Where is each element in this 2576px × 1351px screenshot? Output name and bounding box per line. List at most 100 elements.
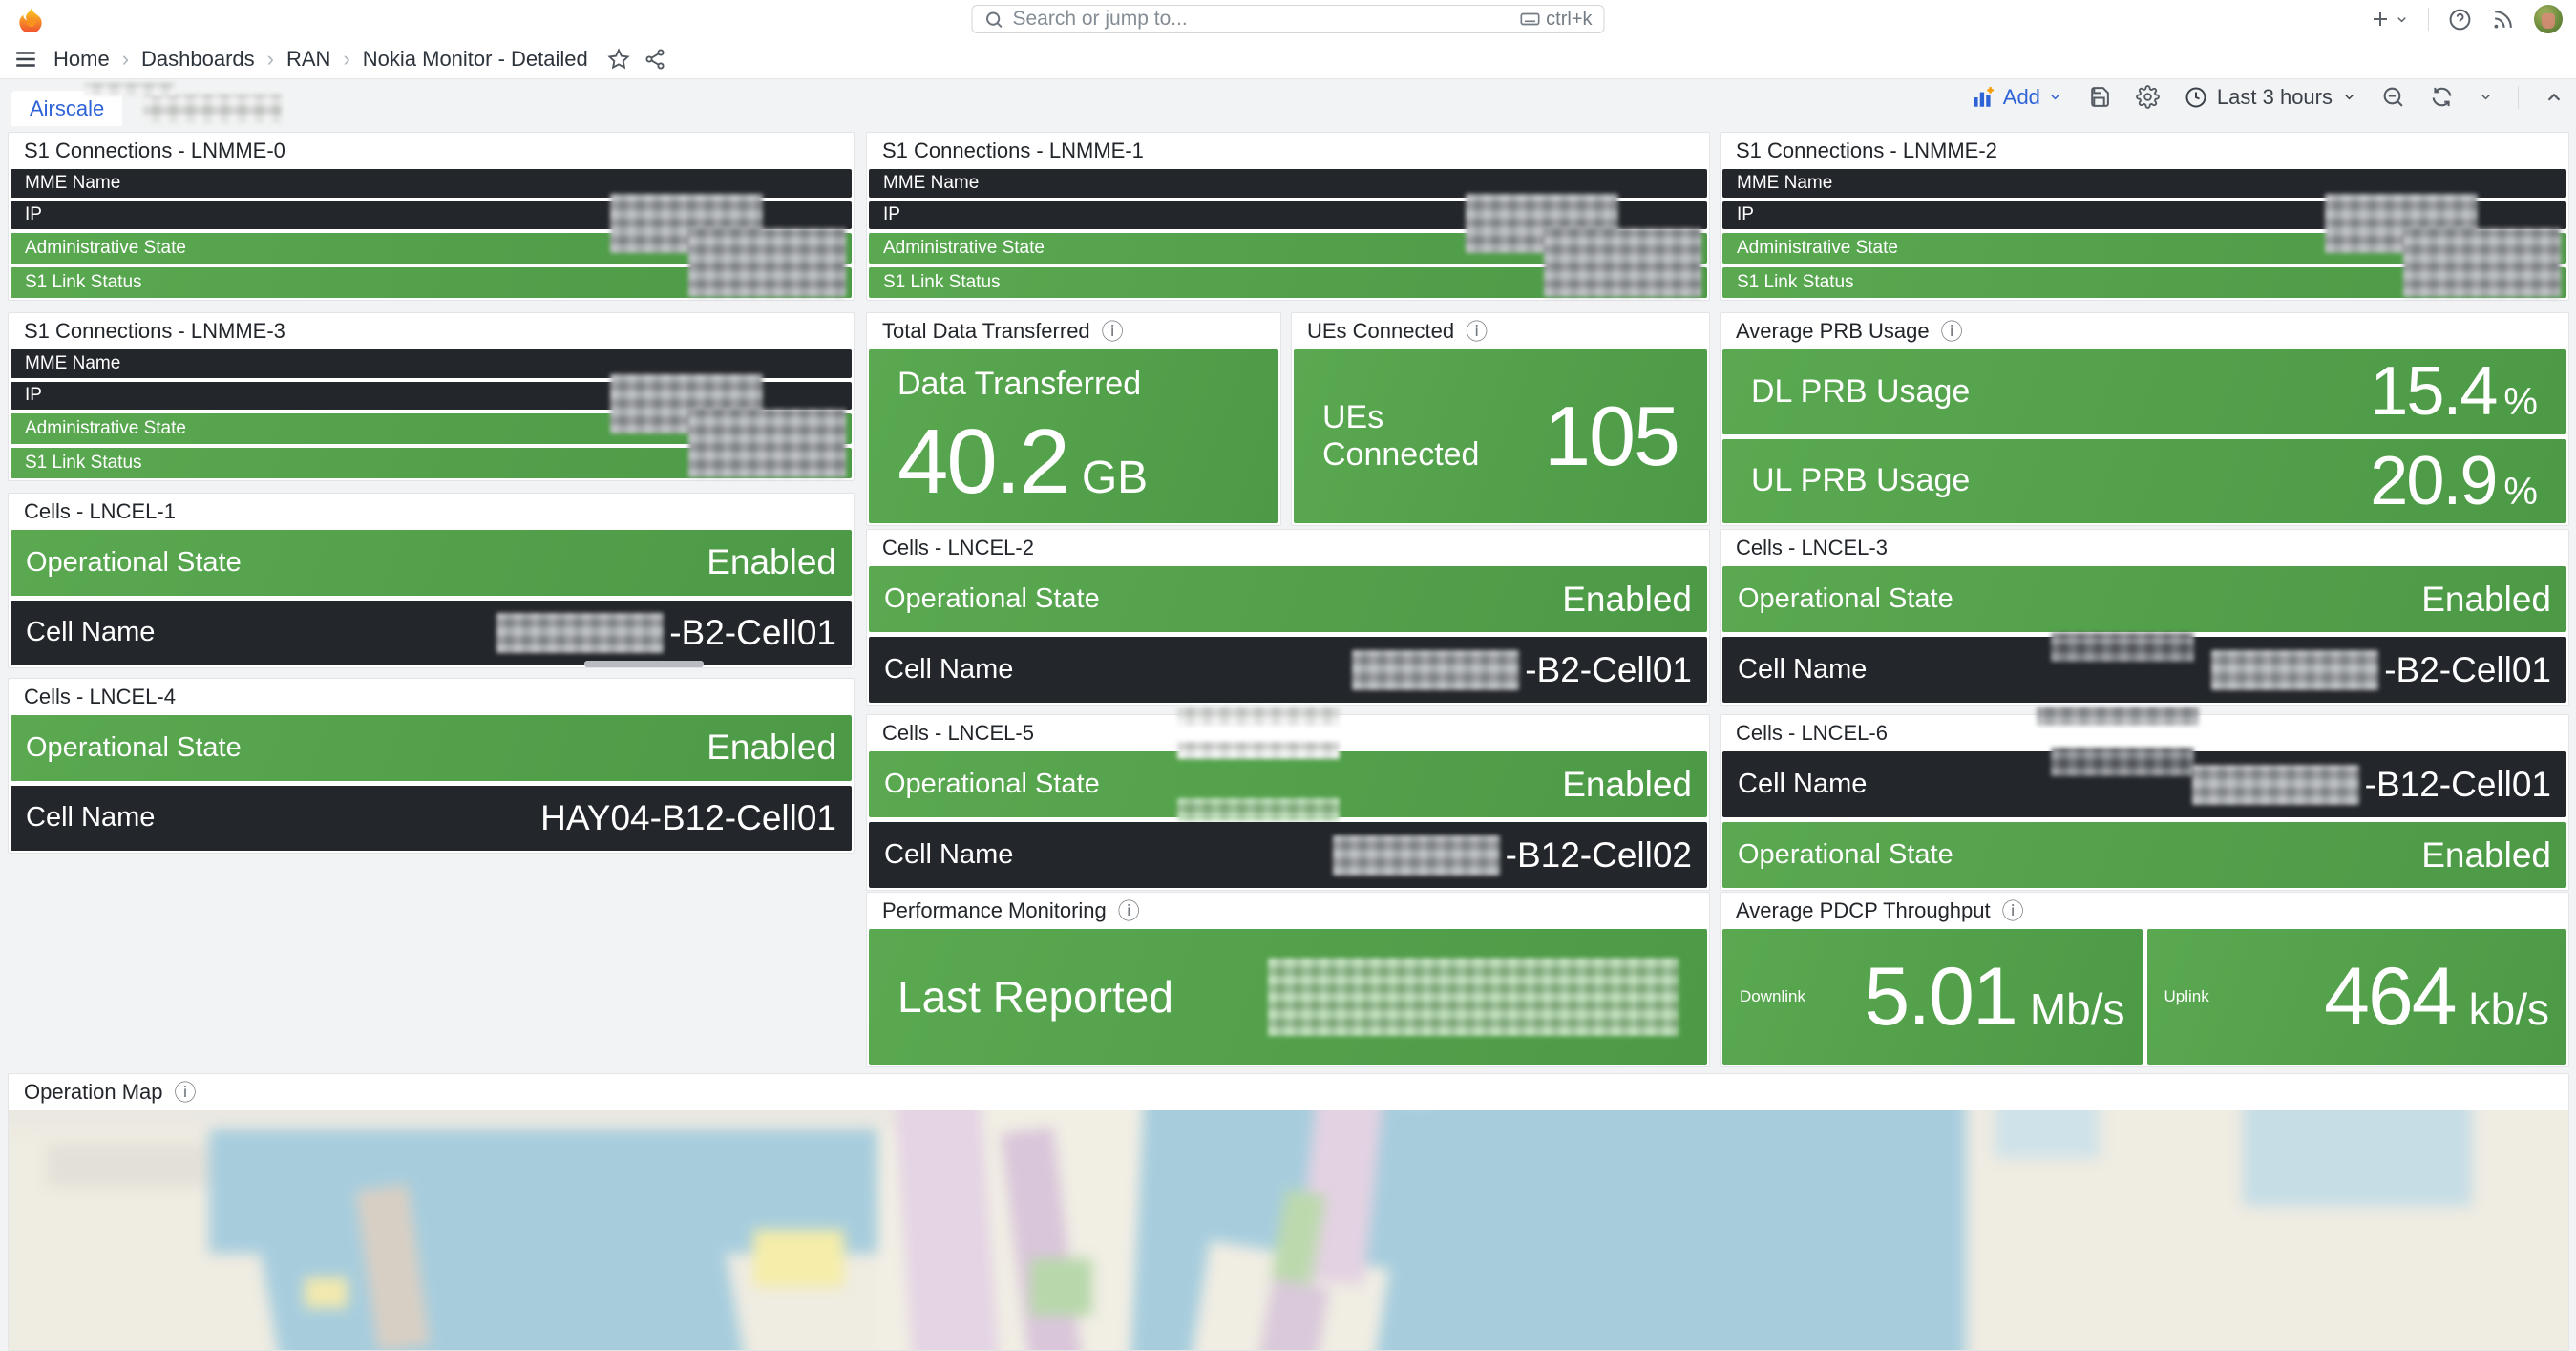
info-icon[interactable]: ⓘ bbox=[1102, 321, 1124, 343]
panel-s1-lnmme-3: S1 Connections - LNMME-3 MME Name IP Adm… bbox=[8, 312, 855, 481]
panel-title[interactable]: Cells - LNCEL-2 bbox=[867, 530, 1709, 566]
panel-average-prb-usage: Average PRB Usage ⓘ DL PRB Usage 15.4 % … bbox=[1720, 312, 2569, 526]
tab-redacted[interactable] bbox=[143, 95, 282, 123]
collapse-toolbar-button[interactable] bbox=[2544, 87, 2565, 108]
stat-value: Enabled bbox=[1562, 765, 1692, 805]
gear-icon bbox=[2136, 85, 2160, 109]
panel-cells-lncel-1: Cells - LNCEL-1 Operational State Enable… bbox=[8, 493, 855, 668]
panel-performance-monitoring: Performance Monitoring ⓘ Last Reported bbox=[866, 892, 1710, 1067]
panel-title[interactable]: S1 Connections - LNMME-3 bbox=[9, 313, 854, 349]
panel-title[interactable]: S1 Connections - LNMME-1 bbox=[867, 133, 1709, 169]
add-panel-button[interactable]: Add bbox=[1971, 85, 2062, 110]
new-button[interactable] bbox=[2369, 8, 2409, 31]
stat-operational-state: Operational State Enabled bbox=[869, 751, 1707, 817]
stat-label: Operational State bbox=[26, 732, 242, 764]
panel-title-text: Cells - LNCEL-3 bbox=[1736, 536, 1888, 560]
panel-title[interactable]: S1 Connections - LNMME-2 bbox=[1721, 133, 2568, 169]
map-park bbox=[1030, 1258, 1092, 1316]
share-button[interactable] bbox=[644, 48, 666, 71]
panel-title[interactable]: Cells - LNCEL-1 bbox=[9, 494, 854, 530]
breadcrumb: Home › Dashboards › RAN › Nokia Monitor … bbox=[53, 47, 588, 72]
panel-title-text: Operation Map bbox=[24, 1080, 163, 1105]
stat-label: IP bbox=[883, 204, 900, 225]
map-canvas[interactable] bbox=[9, 1110, 2568, 1350]
breadcrumb-item-home[interactable]: Home bbox=[53, 47, 110, 72]
save-dashboard-button[interactable] bbox=[2087, 85, 2111, 109]
panel-title-text: Cells - LNCEL-5 bbox=[882, 721, 1034, 746]
panel-title[interactable]: Average PDCP Throughput ⓘ bbox=[1721, 893, 2568, 929]
info-icon[interactable]: ⓘ bbox=[2002, 900, 2024, 922]
info-icon[interactable]: ⓘ bbox=[1118, 900, 1140, 922]
stat-label: Last Reported bbox=[897, 971, 1173, 1023]
breadcrumb-item-ran[interactable]: RAN bbox=[286, 47, 330, 72]
stat-label: MME Name bbox=[25, 353, 120, 374]
panel-title[interactable]: UEs Connected ⓘ bbox=[1292, 313, 1709, 349]
stat-unit: % bbox=[2503, 471, 2538, 514]
redacted-text bbox=[2211, 650, 2378, 690]
panel-title[interactable]: Cells - LNCEL-3 bbox=[1721, 530, 2568, 566]
stat-value-group: -B2-Cell01 bbox=[1352, 650, 1692, 690]
redacted-text bbox=[1333, 835, 1500, 876]
stat-value-group: -B12-Cell02 bbox=[1333, 835, 1692, 876]
user-avatar[interactable] bbox=[2534, 5, 2563, 33]
info-icon[interactable]: ⓘ bbox=[1941, 321, 1963, 343]
panel-title[interactable]: Performance Monitoring ⓘ bbox=[867, 893, 1709, 929]
panel-title[interactable]: Operation Map ⓘ bbox=[9, 1074, 2568, 1110]
stat-operational-state: Operational State Enabled bbox=[1722, 566, 2566, 632]
refresh-button[interactable] bbox=[2430, 85, 2454, 109]
tab-airscale[interactable]: Airscale bbox=[11, 91, 122, 126]
panel-title-text: Cells - LNCEL-4 bbox=[24, 685, 176, 709]
panel-title[interactable]: Cells - LNCEL-4 bbox=[9, 679, 854, 715]
search-input[interactable] bbox=[1013, 8, 1511, 31]
stat-label: S1 Link Status bbox=[25, 453, 142, 474]
help-button[interactable] bbox=[2448, 8, 2472, 32]
panel-title[interactable]: S1 Connections - LNMME-0 bbox=[9, 133, 854, 169]
panel-average-pdcp-throughput: Average PDCP Throughput ⓘ Downlink 5.01 … bbox=[1720, 892, 2569, 1067]
news-button[interactable] bbox=[2491, 8, 2515, 32]
time-range-picker[interactable]: Last 3 hours bbox=[2185, 85, 2356, 110]
map-poi-yellow bbox=[753, 1230, 844, 1287]
map-haze bbox=[9, 1110, 897, 1129]
refresh-interval-button[interactable] bbox=[2479, 90, 2493, 104]
share-icon bbox=[644, 48, 666, 71]
chevron-up-icon bbox=[2544, 87, 2565, 108]
stat-label: UEs Connected bbox=[1322, 399, 1544, 474]
panel-title[interactable]: Average PRB Usage ⓘ bbox=[1721, 313, 2568, 349]
time-range-label: Last 3 hours bbox=[2217, 85, 2333, 110]
map-water bbox=[2243, 1110, 2472, 1206]
redacted-text bbox=[1352, 650, 1519, 690]
redacted-text bbox=[496, 613, 664, 653]
dashboard-settings-button[interactable] bbox=[2136, 85, 2160, 109]
clock-icon bbox=[2185, 86, 2207, 109]
help-icon bbox=[2448, 8, 2472, 32]
scrollbar[interactable] bbox=[584, 661, 704, 667]
info-icon[interactable]: ⓘ bbox=[1466, 321, 1488, 343]
grafana-logo-icon[interactable] bbox=[17, 6, 44, 32]
zoom-out-time-button[interactable] bbox=[2381, 85, 2405, 109]
stat-value: 464 bbox=[2324, 956, 2456, 1038]
stat-label: IP bbox=[1737, 204, 1754, 225]
chevron-down-icon bbox=[2342, 90, 2356, 104]
stat-label: IP bbox=[25, 385, 42, 406]
favorite-button[interactable] bbox=[607, 48, 630, 71]
redacted-block bbox=[2403, 228, 2561, 297]
redacted-block bbox=[84, 83, 175, 95]
info-icon[interactable]: ⓘ bbox=[175, 1082, 197, 1104]
divider bbox=[2518, 86, 2519, 109]
chevron-down-icon bbox=[2479, 90, 2493, 104]
breadcrumb-item-dashboards[interactable]: Dashboards bbox=[141, 47, 255, 72]
redacted-block bbox=[1177, 798, 1340, 821]
bar-chart-plus-icon bbox=[1971, 85, 1995, 110]
redacted-block bbox=[688, 409, 846, 477]
add-label: Add bbox=[2003, 85, 2040, 110]
stat-last-reported: Last Reported bbox=[869, 929, 1707, 1065]
map-art bbox=[9, 1110, 2568, 1350]
stat-value-group: 40.2 GB bbox=[897, 416, 1250, 508]
panel-total-data-transferred: Total Data Transferred ⓘ Data Transferre… bbox=[866, 312, 1281, 526]
panel-title[interactable]: Total Data Transferred ⓘ bbox=[867, 313, 1280, 349]
search-box[interactable]: ctrl+k bbox=[972, 5, 1605, 33]
stat-rows: MME Name IP Administrative StateEnabled … bbox=[1721, 169, 2568, 300]
keyboard-icon bbox=[1519, 9, 1540, 30]
top-nav: ctrl+k bbox=[0, 0, 2576, 38]
menu-button[interactable] bbox=[13, 47, 38, 72]
